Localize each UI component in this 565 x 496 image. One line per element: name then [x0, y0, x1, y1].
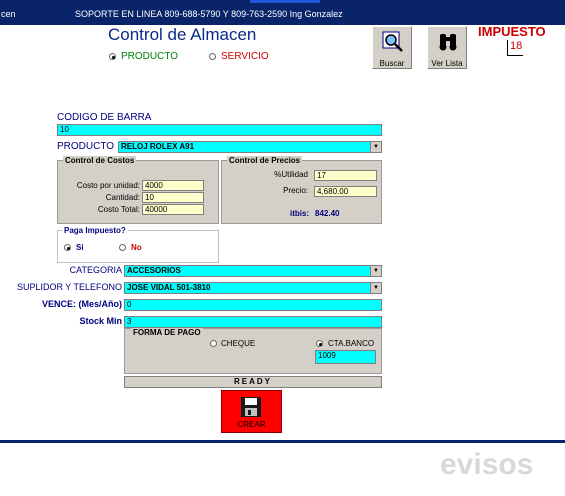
radio-producto-label: PRODUCTO [121, 51, 179, 62]
utilidad-label: %Utilidad [274, 170, 308, 179]
radio-producto[interactable] [109, 53, 116, 60]
costos-group-title: Control de Costos [63, 156, 137, 165]
codigo-label: CODIGO DE BARRA [57, 112, 152, 123]
title-bar-stripe [250, 0, 320, 3]
radio-si-label: Si [76, 243, 84, 252]
binoculars-icon [439, 34, 457, 51]
page-title: Control de Almacen [108, 25, 257, 44]
radio-cheque[interactable] [210, 340, 217, 347]
chevron-down-icon[interactable]: ▼ [370, 266, 381, 276]
floppy-disk-icon [241, 397, 261, 417]
radio-no[interactable] [119, 244, 126, 251]
crear-label: CREAR [237, 420, 266, 429]
status-ready: READY [124, 376, 382, 388]
buscar-button[interactable]: Buscar [372, 26, 412, 69]
chevron-down-icon[interactable]: ▼ [370, 283, 381, 293]
app-title-fragment: cen [1, 9, 16, 19]
title-bar: cen SOPORTE EN LINEA 809-688-5790 Y 809-… [0, 0, 565, 25]
suplidor-select-value: JOSE VIDAL 501-3810 [127, 283, 211, 292]
radio-cheque-label: CHEQUE [221, 339, 256, 348]
paga-impuesto-title: Paga Impuesto? [62, 226, 128, 235]
vence-input[interactable]: 0 [124, 299, 382, 311]
radio-servicio[interactable] [209, 53, 216, 60]
forma-pago-title: FORMA DE PAGO [131, 328, 203, 337]
suplidor-select[interactable]: JOSE VIDAL 501-3810 ▼ [124, 282, 382, 294]
costo-total-label: Costo Total: [97, 205, 140, 214]
evisos-watermark: evisos [440, 448, 533, 482]
radio-cta-banco-label: CTA.BANCO [328, 339, 375, 348]
ver-lista-button[interactable]: Ver Lista [427, 26, 467, 69]
impuesto-value[interactable]: 18 [507, 40, 523, 56]
categoria-select-value: ACCESORIOS [127, 266, 181, 275]
ver-lista-label: Ver Lista [431, 59, 463, 68]
precios-group-title: Control de Precios [227, 156, 303, 165]
codigo-input[interactable]: 10 [57, 124, 382, 136]
producto-select-value: RELOJ ROLEX A91 [121, 142, 195, 151]
producto-select[interactable]: RELOJ ROLEX A91 ▼ [118, 141, 382, 153]
costo-unidad-label: Costo por unidad: [76, 181, 140, 190]
watermark-text: evisos [440, 448, 534, 481]
cantidad-label: Cantidad: [105, 193, 140, 202]
precio-label: Precio: [283, 186, 308, 195]
support-line: SOPORTE EN LINEA 809-688-5790 Y 809-763-… [75, 9, 343, 19]
itbis-value: 842.40 [315, 209, 340, 218]
window-bottom-border [0, 440, 565, 443]
radio-cta-banco[interactable] [316, 340, 323, 347]
producto-label: PRODUCTO [57, 141, 115, 152]
vence-label: VENCE: (Mes/Año) [41, 299, 122, 309]
buscar-label: Buscar [379, 59, 405, 68]
cantidad-input[interactable]: 10 [142, 192, 204, 203]
suplidor-label: SUPLIDOR Y TELEFONO [16, 282, 122, 292]
cuenta-input[interactable]: 1009 [315, 350, 376, 364]
chevron-down-icon[interactable]: ▼ [370, 142, 381, 152]
radio-servicio-label: SERVICIO [221, 51, 269, 62]
itbis-label: itbis: [290, 209, 310, 218]
precio-input[interactable]: 4,680.00 [314, 186, 377, 197]
impuesto-label: IMPUESTO [478, 24, 546, 39]
stock-min-input[interactable]: 3 [124, 316, 382, 328]
crear-button[interactable]: CREAR [221, 390, 282, 433]
utilidad-input[interactable]: 17 [314, 170, 377, 181]
categoria-select[interactable]: ACCESORIOS ▼ [124, 265, 382, 277]
magnifier-icon [382, 31, 403, 52]
stock-min-label: Stock Min [79, 316, 122, 326]
radio-si[interactable] [64, 244, 71, 251]
costo-unidad-input[interactable]: 4000 [142, 180, 204, 191]
costo-total-input[interactable]: 40000 [142, 204, 204, 215]
radio-no-label: No [131, 243, 142, 252]
categoria-label: CATEGORIA [69, 265, 122, 275]
